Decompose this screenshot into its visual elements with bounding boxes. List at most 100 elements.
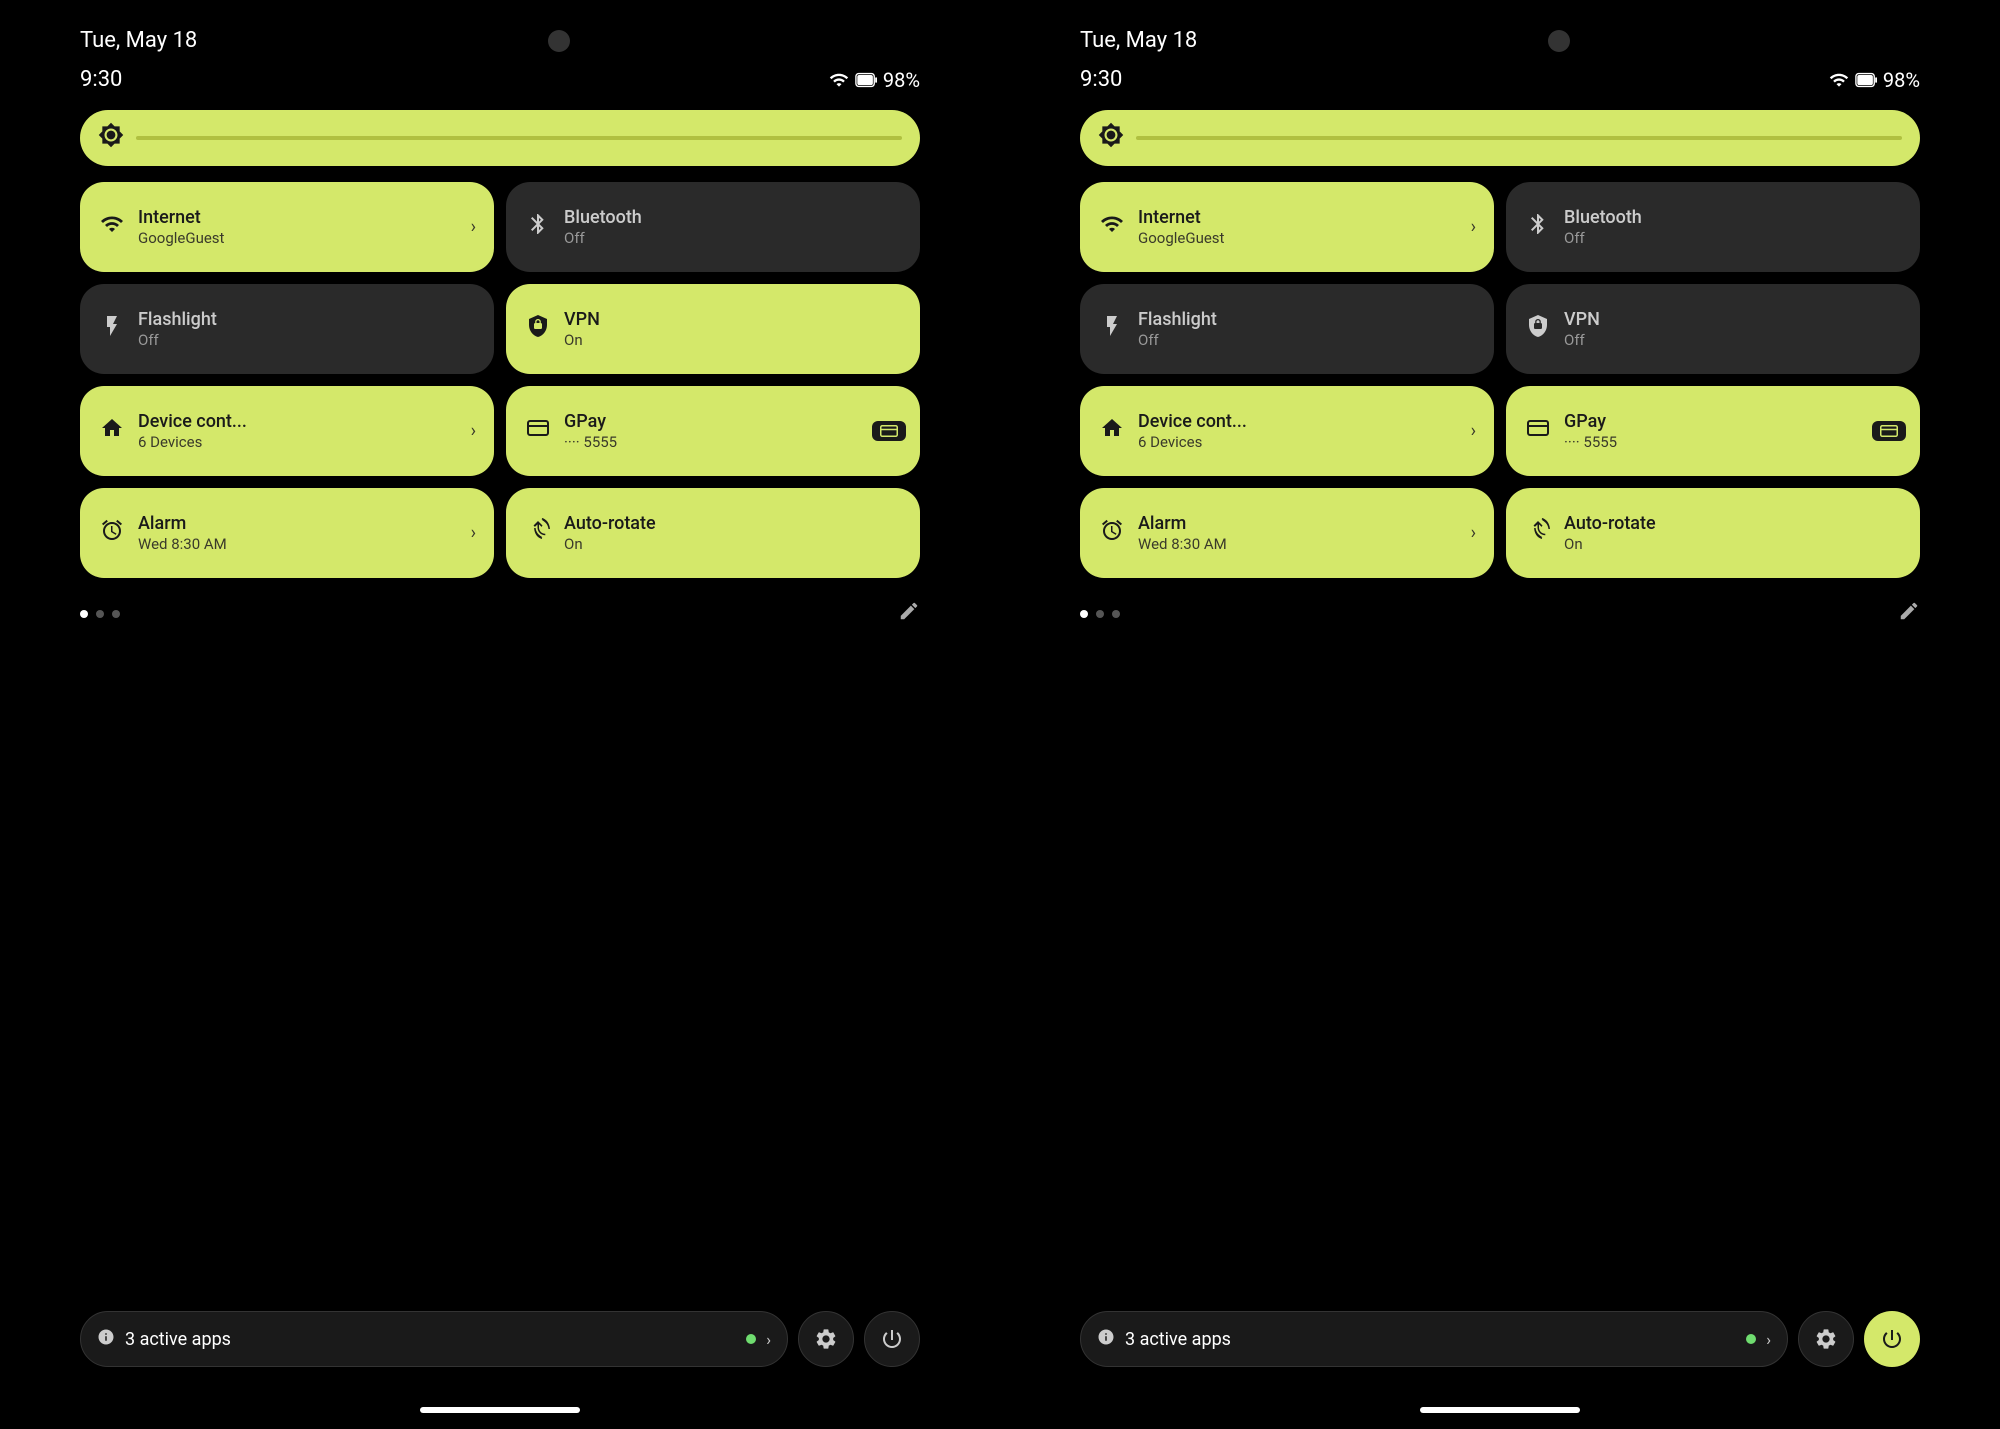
tile-sublabel-gpay: ···· 5555	[564, 433, 617, 451]
tile-label-bluetooth: Bluetooth	[1564, 207, 1642, 229]
tile-gpay[interactable]: GPay ···· 5555	[506, 386, 920, 476]
dot-1[interactable]	[1080, 610, 1088, 618]
phone-panel-0: Tue, May 18 9:30 98%	[0, 0, 1000, 1429]
active-apps-text: 3 active apps	[125, 1329, 736, 1350]
tiles-grid: Internet GoogleGuest › Bluetooth Off Fla…	[1080, 182, 1920, 578]
tile-device[interactable]: Device cont... 6 Devices ›	[1080, 386, 1494, 476]
brightness-row[interactable]	[1080, 110, 1920, 166]
tile-device[interactable]: Device cont... 6 Devices ›	[80, 386, 494, 476]
tile-arrow-internet: ›	[1471, 217, 1476, 238]
tile-flashlight[interactable]: Flashlight Off	[1080, 284, 1494, 374]
dot-2[interactable]	[1096, 610, 1104, 618]
tile-icon-alarm	[1100, 518, 1124, 548]
tile-label-autorotate: Auto-rotate	[564, 513, 656, 535]
brightness-row[interactable]	[80, 110, 920, 166]
tile-arrow-alarm: ›	[1471, 523, 1476, 544]
brightness-bar[interactable]	[1080, 110, 1920, 166]
tile-label-gpay: GPay	[1564, 411, 1617, 433]
tile-sublabel-flashlight: Off	[1138, 331, 1217, 349]
page-dots-row	[80, 590, 920, 627]
bottom-bar: 3 active apps ›	[1080, 1311, 1920, 1397]
tile-sublabel-bluetooth: Off	[564, 229, 642, 247]
dot-1[interactable]	[80, 610, 88, 618]
tile-label-internet: Internet	[1138, 207, 1224, 229]
tile-flashlight[interactable]: Flashlight Off	[80, 284, 494, 374]
tile-alarm[interactable]: Alarm Wed 8:30 AM ›	[80, 488, 494, 578]
tile-label-flashlight: Flashlight	[1138, 309, 1217, 331]
dot-2[interactable]	[96, 610, 104, 618]
tile-sublabel-gpay: ···· 5555	[1564, 433, 1617, 451]
tile-gpay[interactable]: GPay ···· 5555	[1506, 386, 1920, 476]
tile-vpn[interactable]: VPN Off	[1506, 284, 1920, 374]
power-button[interactable]	[1864, 1311, 1920, 1367]
dot-3[interactable]	[1112, 610, 1120, 618]
status-time: 9:30	[1080, 67, 1122, 92]
active-apps-chevron: ›	[1766, 1330, 1771, 1349]
tile-bluetooth[interactable]: Bluetooth Off	[1506, 182, 1920, 272]
battery-icon	[855, 72, 877, 88]
tile-vpn[interactable]: VPN On	[506, 284, 920, 374]
brightness-track	[136, 136, 902, 140]
tile-icon-internet	[1100, 212, 1124, 242]
active-apps-pill[interactable]: 3 active apps ›	[80, 1311, 788, 1367]
wifi-status-icon	[1829, 70, 1849, 90]
tile-autorotate[interactable]: Auto-rotate On	[506, 488, 920, 578]
tile-sublabel-flashlight: Off	[138, 331, 217, 349]
tile-internet[interactable]: Internet GoogleGuest ›	[1080, 182, 1494, 272]
tile-text-flashlight: Flashlight Off	[1138, 309, 1217, 349]
tile-label-gpay: GPay	[564, 411, 617, 433]
tile-sublabel-vpn: Off	[1564, 331, 1600, 349]
tile-autorotate[interactable]: Auto-rotate On	[1506, 488, 1920, 578]
tile-text-autorotate: Auto-rotate On	[1564, 513, 1656, 553]
tile-sublabel-internet: GoogleGuest	[138, 229, 224, 247]
brightness-track	[1136, 136, 1902, 140]
tile-icon-alarm	[100, 518, 124, 548]
tile-text-flashlight: Flashlight Off	[138, 309, 217, 349]
tile-bluetooth[interactable]: Bluetooth Off	[506, 182, 920, 272]
tile-icon-autorotate	[1526, 518, 1550, 548]
settings-button[interactable]	[798, 1311, 854, 1367]
tile-text-vpn: VPN On	[564, 309, 600, 349]
tile-label-device: Device cont...	[138, 411, 247, 433]
tile-label-internet: Internet	[138, 207, 224, 229]
tile-label-alarm: Alarm	[1138, 513, 1227, 535]
active-apps-pill[interactable]: 3 active apps ›	[1080, 1311, 1788, 1367]
tile-sublabel-bluetooth: Off	[1564, 229, 1642, 247]
active-apps-dot	[1746, 1334, 1756, 1344]
edit-icon[interactable]	[1898, 600, 1920, 627]
tile-sublabel-device: 6 Devices	[138, 433, 247, 451]
brightness-bar[interactable]	[80, 110, 920, 166]
tile-card-gpay	[872, 421, 906, 441]
status-date: Tue, May 18	[1080, 28, 1197, 53]
tile-arrow-alarm: ›	[471, 523, 476, 544]
page-dots-row	[1080, 590, 1920, 627]
battery-text: 98%	[1883, 68, 1920, 92]
brightness-icon	[1098, 122, 1124, 155]
tile-text-device: Device cont... 6 Devices	[1138, 411, 1247, 451]
tile-label-alarm: Alarm	[138, 513, 227, 535]
home-bar	[1420, 1407, 1580, 1413]
status-icons: 98%	[1829, 68, 1920, 92]
tile-alarm[interactable]: Alarm Wed 8:30 AM ›	[1080, 488, 1494, 578]
info-icon	[97, 1328, 115, 1351]
tile-text-internet: Internet GoogleGuest	[138, 207, 224, 247]
edit-icon[interactable]	[898, 600, 920, 627]
tile-internet[interactable]: Internet GoogleGuest ›	[80, 182, 494, 272]
tile-arrow-device: ›	[471, 421, 476, 442]
tile-label-vpn: VPN	[1564, 309, 1600, 331]
tile-sublabel-internet: GoogleGuest	[1138, 229, 1224, 247]
battery-icon	[1855, 72, 1877, 88]
tile-text-gpay: GPay ···· 5555	[1564, 411, 1617, 451]
status-bar: Tue, May 18	[1080, 0, 1920, 63]
settings-button[interactable]	[1798, 1311, 1854, 1367]
power-button[interactable]	[864, 1311, 920, 1367]
dot-3[interactable]	[112, 610, 120, 618]
active-apps-chevron: ›	[766, 1330, 771, 1349]
tile-arrow-device: ›	[1471, 421, 1476, 442]
camera-dot	[1548, 30, 1570, 52]
tile-icon-flashlight	[1100, 314, 1124, 344]
tile-icon-vpn	[526, 314, 550, 344]
active-apps-dot	[746, 1334, 756, 1344]
tile-icon-flashlight	[100, 314, 124, 344]
tile-text-alarm: Alarm Wed 8:30 AM	[1138, 513, 1227, 553]
